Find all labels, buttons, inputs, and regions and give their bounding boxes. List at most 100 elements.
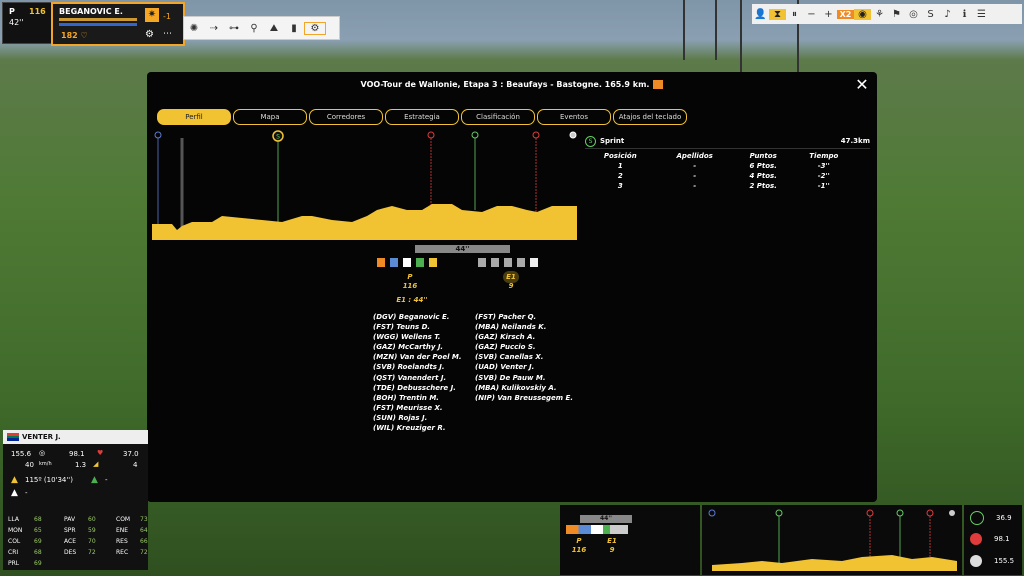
jersey-icon[interactable]: ⚑ [888, 9, 905, 20]
gear-icon[interactable]: ⚙ [145, 29, 154, 40]
action-bar: ✺ ⇢ ⊶ ⚲ ⛰ ▮ ⚙ [183, 16, 340, 40]
table-row: 1 - 6 Ptos. -3'' [585, 161, 855, 171]
list-item[interactable]: (GAZ) Kirsch A. [475, 332, 573, 342]
list-item[interactable]: (MBA) Kulikovskiy A. [475, 383, 573, 393]
side-panel: 36.9 98.1 155.5 [964, 505, 1022, 575]
list-item[interactable]: (SVB) Roelandts J. [373, 362, 462, 372]
jersey-icon-grey [491, 258, 499, 267]
menu-icon[interactable]: ☰ [973, 9, 990, 20]
jersey-icon-grey [504, 258, 512, 267]
camera-icon[interactable]: ⚘ [871, 9, 888, 20]
cell: - [693, 172, 697, 180]
list-item[interactable]: (TDE) Debusschere J. [373, 383, 462, 393]
stat-ace: ACE 70 [64, 538, 96, 545]
tab-clasificacion[interactable]: Clasificación [461, 109, 535, 125]
list-item[interactable]: (WIL) Kreuziger R. [373, 423, 462, 433]
list-item[interactable]: (GAZ) McCarthy J. [373, 342, 462, 352]
mini-stage-profile[interactable] [702, 505, 962, 575]
bottle-icon[interactable]: ▮ [284, 23, 304, 34]
list-item[interactable]: (QST) Vanendert J. [373, 373, 462, 383]
climb-icon[interactable]: ⛰ [264, 23, 284, 34]
bike-icon[interactable]: ⚲ [244, 23, 264, 34]
info-icon[interactable]: ℹ [956, 9, 973, 20]
rider-panel-header: VENTER J. [3, 430, 148, 444]
list-item[interactable]: (FST) Pacher Q. [475, 312, 573, 322]
tab-bar: Perfil Mapa Corredores Estrategia Clasif… [157, 109, 689, 125]
tab-atajos[interactable]: Atajos del teclado [613, 109, 687, 125]
mini-e-label: E1 [607, 537, 617, 545]
heart-icon: ♥ [97, 449, 104, 457]
position-label: P [9, 7, 15, 16]
relay-icon[interactable]: ⊶ [224, 23, 244, 34]
energy-value: 182 ♡ [61, 31, 88, 40]
pos-value: 4 [133, 461, 138, 469]
tab-corredores[interactable]: Corredores [309, 109, 383, 125]
hourglass-icon[interactable]: ⧗ [769, 8, 786, 20]
stat-des: DES 72 [64, 549, 96, 556]
stat-spr: SPR 59 [64, 527, 96, 534]
manager-icon[interactable]: 👤 [752, 9, 769, 20]
tab-estrategia[interactable]: Estrategia [385, 109, 459, 125]
cell: 3 [617, 182, 623, 190]
list-item[interactable]: (FST) Meurisse X. [373, 403, 462, 413]
attack-icon[interactable]: ✷ [145, 8, 159, 22]
speed-value: 37.0 [123, 450, 139, 458]
close-button[interactable]: ✕ [853, 77, 871, 95]
position-value: 116 [29, 7, 46, 16]
jersey-icon-white [403, 258, 411, 267]
list-item[interactable]: (GAZ) Puccio S. [475, 342, 573, 352]
position-box[interactable]: P 116 42'' [2, 2, 52, 44]
list-item[interactable]: (DGV) Beganovic E. [373, 312, 462, 322]
table-row: 2 - 4 Ptos. -2'' [585, 171, 855, 181]
attack-action-icon[interactable]: ✺ [184, 23, 204, 34]
tab-mapa[interactable]: Mapa [233, 109, 307, 125]
sprint-header: S Sprint 47.3km [585, 134, 870, 149]
eye-icon[interactable]: ◉ [854, 8, 871, 20]
stat-mon: MON 65 [8, 527, 42, 534]
settings-icon[interactable]: ⚙ [304, 21, 326, 35]
jersey-icon-orange [377, 258, 385, 267]
sprint-km: 47.3km [840, 137, 870, 145]
cell: - [693, 182, 697, 190]
race-logo-icon [653, 80, 664, 89]
jersey-icon-grey [478, 258, 486, 267]
stage-profile[interactable]: S [152, 130, 577, 240]
mini-e-count: 9 [609, 546, 615, 554]
rider-card[interactable]: BEGANOVIC E. 182 ♡ ✷ -1 ⚙ ⋯ [51, 2, 185, 46]
speed-x2-icon[interactable]: X2 [837, 9, 854, 19]
list-item[interactable]: (MBA) Neilands K. [475, 322, 573, 332]
yellow-jersey-icon: ▲ [11, 475, 18, 485]
list-item[interactable]: (MZN) Van der Poel M. [373, 352, 462, 362]
cell: -3'' [817, 162, 830, 170]
mini-groups[interactable]: 44'' P 116 E1 9 [560, 505, 700, 575]
minus-icon[interactable]: − [803, 9, 820, 20]
list-item[interactable]: (SVB) De Pauw M. [475, 373, 573, 383]
polka-value: - [25, 489, 28, 497]
list-item[interactable]: (SUN) Rojas J. [373, 413, 462, 423]
cell: 2 [617, 172, 623, 180]
climb-icon-1 [427, 131, 435, 139]
col-puntos: Puntos [749, 152, 777, 160]
group-icon[interactable]: ⋯ [163, 29, 172, 39]
green-jersey-icon: ▲ [91, 475, 98, 485]
pause-icon[interactable]: ⏸ [786, 9, 803, 20]
list-item[interactable]: (FST) Teuns D. [373, 322, 462, 332]
list-item[interactable]: (UAD) Venter J. [475, 362, 573, 372]
list-item[interactable]: (SVB) Canellas X. [475, 352, 573, 362]
plus-icon[interactable]: + [820, 9, 837, 20]
polka-jersey-icon: ▲ [11, 488, 18, 498]
tab-perfil[interactable]: Perfil [157, 109, 231, 125]
table-row: 3 - 2 Ptos. -1'' [585, 181, 855, 191]
target-icon[interactable]: ◎ [905, 9, 922, 20]
tab-eventos[interactable]: Eventos [537, 109, 611, 125]
follow-icon[interactable]: ⇢ [204, 23, 224, 34]
rider-panel-name: VENTER J. [22, 433, 61, 441]
speed-unit: km/h [39, 461, 52, 467]
effort-bar [59, 18, 137, 21]
list-item[interactable]: (NIP) Van Breussegem E. [475, 393, 573, 403]
list-item[interactable]: (WGG) Wellens T. [373, 332, 462, 342]
jersey-icon-green [416, 258, 424, 267]
list-item[interactable]: (BOH) Trentin M. [373, 393, 462, 403]
sound-icon[interactable]: ♪ [939, 9, 956, 20]
s-icon[interactable]: S [922, 9, 939, 20]
